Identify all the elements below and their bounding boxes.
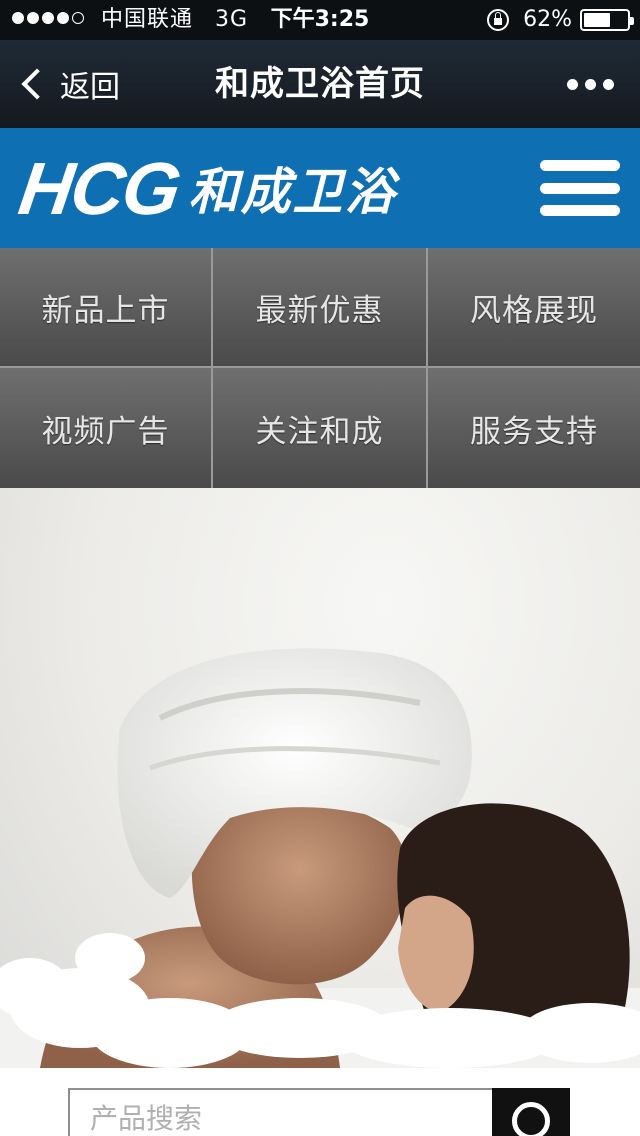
- menu-item-new-products[interactable]: 新品上市: [0, 248, 213, 368]
- hero-banner-image[interactable]: [0, 488, 640, 1068]
- logo-mark: HCG: [14, 146, 185, 230]
- search-button[interactable]: [492, 1088, 570, 1136]
- hcg-logo[interactable]: HCG 和成卫浴: [14, 147, 397, 230]
- battery-icon: [580, 9, 634, 31]
- hero-photo: [0, 648, 640, 1068]
- menu-item-style-showcase[interactable]: 风格展现: [428, 248, 640, 368]
- brand-header: HCG 和成卫浴: [0, 128, 640, 248]
- battery-level-fill: [584, 13, 611, 27]
- battery-percent: 62%: [523, 7, 572, 32]
- page-title: 和成卫浴首页: [215, 64, 425, 104]
- category-menu-grid: 新品上市 最新优惠 风格展现 视频广告 关注和成 服务支持: [0, 248, 640, 488]
- menu-item-latest-offers[interactable]: 最新优惠: [213, 248, 428, 368]
- hamburger-menu-icon[interactable]: [540, 160, 620, 216]
- status-bar: 中国联通 3G 下午3:25 62%: [0, 0, 640, 40]
- search-area: [0, 1068, 640, 1136]
- search-icon: [512, 1102, 550, 1136]
- menu-item-video-ads[interactable]: 视频广告: [0, 368, 213, 488]
- rotation-lock-icon: [487, 9, 510, 31]
- menu-item-service-support[interactable]: 服务支持: [428, 368, 640, 488]
- menu-item-follow-hcg[interactable]: 关注和成: [213, 368, 428, 488]
- more-dots-icon[interactable]: [567, 40, 614, 128]
- product-search-input[interactable]: [68, 1088, 492, 1136]
- navigation-bar: 返回 和成卫浴首页: [0, 40, 640, 128]
- logo-text: 和成卫浴: [188, 163, 397, 221]
